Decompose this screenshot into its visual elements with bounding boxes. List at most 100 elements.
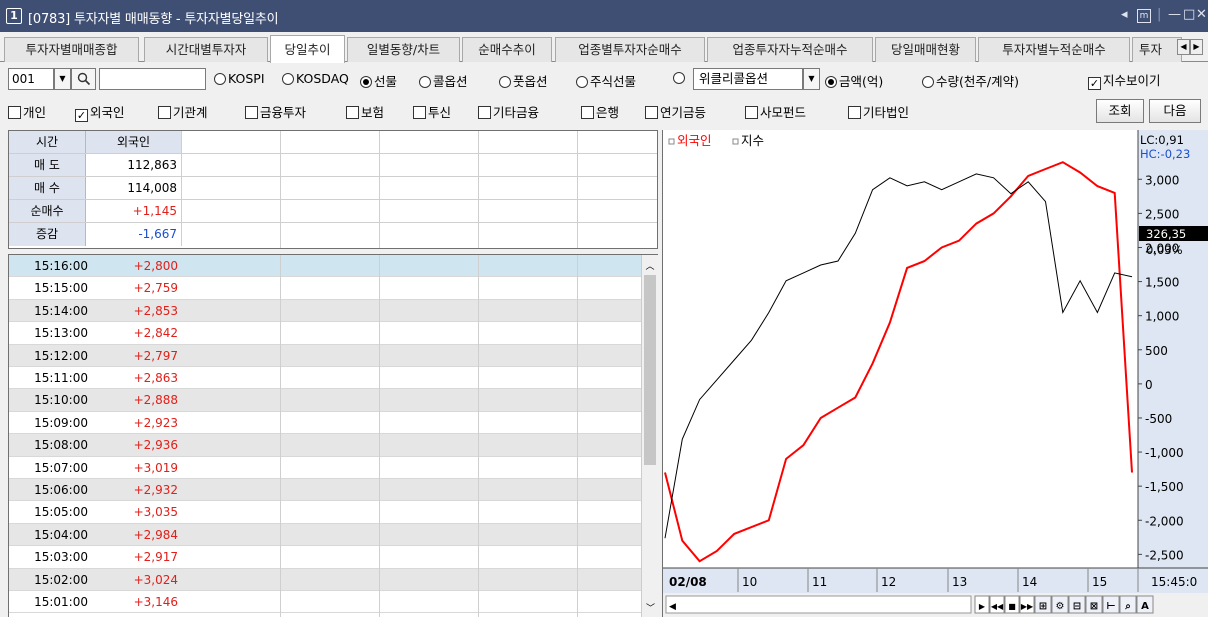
row-time: 15:01:00 xyxy=(34,595,88,609)
row-time: 15:11:00 xyxy=(34,371,88,385)
name-input[interactable] xyxy=(99,68,206,90)
list-row[interactable]: 15:06:00 +2,932 xyxy=(9,479,641,502)
time-list: 15:16:00 +2,800 15:15:00 +2,759 15:14:00 +2,8… xyxy=(8,254,658,617)
weekly-dropdown-icon[interactable]: ▼ xyxy=(803,68,820,90)
list-row[interactable]: 15:14:00 +2,853 xyxy=(9,299,641,323)
radio-futures[interactable]: 선물 xyxy=(360,71,397,90)
radio-call[interactable]: 콜옵션 xyxy=(419,71,468,90)
y-tick-label: 500 xyxy=(1145,344,1168,358)
tab-7[interactable]: 당일매매현황 xyxy=(875,37,976,62)
prev-arrow-icon[interactable]: ◂ xyxy=(1121,7,1128,22)
summary-value: 112,863 xyxy=(86,154,182,176)
list-row[interactable]: 15:11:00 +2,863 xyxy=(9,367,641,390)
window-title: [0783] 투자자별 매매동향 - 투자자별당일추이 xyxy=(28,12,279,27)
close-icon[interactable]: ✕ xyxy=(1196,7,1207,22)
check-financial-invest[interactable]: 금융투자 xyxy=(245,102,306,121)
show-index-checkbox[interactable]: ✓ 지수보이기 xyxy=(1088,70,1161,90)
summary-value: 114,008 xyxy=(86,177,182,199)
scroll-thumb[interactable] xyxy=(644,275,656,465)
scroll-down-icon[interactable]: ﹀ xyxy=(642,601,658,614)
check-trust[interactable]: 투신 xyxy=(413,102,451,121)
tab-next-icon[interactable]: ▶ xyxy=(1190,39,1203,55)
row-time: 15:07:00 xyxy=(34,460,88,475)
check-insurance[interactable]: 보험 xyxy=(346,102,384,121)
list-row[interactable]: 15:12:00 +2,797 xyxy=(9,344,641,367)
rewind-icon: ◀◀ xyxy=(991,602,1004,611)
summary-value: -1,667 xyxy=(86,223,182,246)
x-tick-label: 15 xyxy=(1092,575,1107,589)
tab-3[interactable]: 일별동향/차트 xyxy=(347,37,460,62)
check-pension[interactable]: 연기금등 xyxy=(645,102,706,121)
radio-stock-futures[interactable]: 주식선물 xyxy=(576,71,636,90)
scroll-up-icon[interactable]: ︿ xyxy=(642,259,658,272)
radio-put[interactable]: 풋옵션 xyxy=(499,71,548,90)
list-scrollbar[interactable]: ︿ ﹀ xyxy=(641,255,658,617)
check-other-corp[interactable]: 기타법인 xyxy=(848,102,909,121)
tab-6[interactable]: 업종투자자누적순매수 xyxy=(707,37,873,62)
list-row[interactable]: 15:02:00 +3,024 xyxy=(9,568,641,591)
radio-weekly[interactable] xyxy=(673,71,687,85)
query-button[interactable]: 조회 xyxy=(1096,99,1144,123)
forward-icon: ▶▶ xyxy=(1021,602,1034,611)
line-chart[interactable]: ◀ ▶ ◀◀ ■ ▶▶ ⊞ ⚙ ⊟ ⊠ ⊢ ⌕ A3,0002,5002,0001,5001,0005… xyxy=(663,130,1208,617)
zoom-icon: ⌕ xyxy=(1124,601,1131,612)
tab-5[interactable]: 업종별투자자순매수 xyxy=(555,37,705,62)
list-row[interactable]: 15:07:00 +3,019 xyxy=(9,457,641,479)
search-icon[interactable] xyxy=(71,68,96,90)
row-value: +2,863 xyxy=(133,371,178,385)
check-other-finance[interactable]: 기타금융 xyxy=(478,102,539,121)
current-pct: 0,03% xyxy=(1146,243,1183,257)
list-row[interactable]: 15:03:00 +2,917 xyxy=(9,546,641,569)
list-row[interactable]: 15:09:00 +2,923 xyxy=(9,412,641,435)
summary-row-buy: 매 수 114,008 xyxy=(9,177,657,200)
summary-label: 증감 xyxy=(9,223,86,246)
divider xyxy=(478,131,479,248)
dropdown-arrow-icon[interactable]: ▼ xyxy=(54,68,71,90)
list-row[interactable]: 15:08:00 +2,936 xyxy=(9,434,641,457)
y-tick-label: 3,000 xyxy=(1145,173,1179,187)
list-row[interactable]: 15:10:00 +2,888 xyxy=(9,389,641,412)
check-bank[interactable]: 은행 xyxy=(581,102,619,121)
tab-9[interactable]: 투자 xyxy=(1132,37,1182,62)
maximize-icon[interactable]: □ xyxy=(1183,7,1195,22)
list-row[interactable]: 15:16:00 +2,800 xyxy=(9,255,641,278)
radio-quantity[interactable]: 수량(천주/계약) xyxy=(922,71,1019,90)
tab-1[interactable]: 시간대별투자자 xyxy=(144,37,268,62)
series-index-line xyxy=(664,173,1133,539)
weekly-select[interactable]: 위클리콜옵션 xyxy=(693,68,803,90)
tab-prev-icon[interactable]: ◀ xyxy=(1177,39,1190,55)
list-row[interactable]: 15:01:00 +3,146 xyxy=(9,591,641,614)
list-row[interactable]: 15:04:00 +2,984 xyxy=(9,523,641,547)
row-value: +3,146 xyxy=(133,595,178,609)
y-axis-panel xyxy=(1138,130,1208,617)
divider xyxy=(379,131,380,248)
list-row[interactable]: 15:05:00 +3,035 xyxy=(9,501,641,524)
radio-kospi[interactable]: KOSPI xyxy=(214,71,265,86)
row-time: 15:13:00 xyxy=(34,326,88,341)
divider xyxy=(577,131,578,248)
tab-0[interactable]: 투자자별매매종합 xyxy=(4,37,139,62)
hc-label: HC:-0,23 xyxy=(1140,147,1190,161)
check-institution[interactable]: 기관계 xyxy=(158,102,208,121)
list-row[interactable]: 15:15:00 +2,759 xyxy=(9,277,641,300)
check-individual[interactable]: 개인 xyxy=(8,102,46,121)
summary-label: 순매수 xyxy=(9,200,86,222)
tab-2[interactable]: 당일추이 xyxy=(270,35,345,63)
next-button[interactable]: 다음 xyxy=(1149,99,1201,123)
window-list-icon[interactable]: m xyxy=(1137,9,1151,23)
divider xyxy=(577,255,578,617)
tab-bar: 투자자별매매종합 시간대별투자자 당일추이 일별동향/차트 순매수추이 업종별투… xyxy=(0,34,1208,63)
row-time: 15:02:00 xyxy=(34,572,88,587)
tab-4[interactable]: 순매수추이 xyxy=(462,37,552,62)
radio-kosdaq[interactable]: KOSDAQ xyxy=(282,71,349,86)
chart-scrollbar[interactable] xyxy=(665,595,972,614)
check-foreign[interactable]: ✓ 외국인 xyxy=(75,102,125,122)
radio-amount[interactable]: 금액(억) xyxy=(825,71,883,90)
chart-panel: ◀ ▶ ◀◀ ■ ▶▶ ⊞ ⚙ ⊟ ⊠ ⊢ ⌕ A 3,000 2,500 2,000 1,500 1,000 5… xyxy=(662,130,1208,617)
code-input[interactable]: 001 xyxy=(8,68,54,90)
y-tick-label: -2,000 xyxy=(1145,514,1184,528)
list-row[interactable]: 15:13:00 +2,842 xyxy=(9,322,641,345)
minimize-icon[interactable]: — xyxy=(1168,7,1181,22)
check-private-fund[interactable]: 사모펀드 xyxy=(745,102,806,121)
tab-8[interactable]: 투자자별누적순매수 xyxy=(978,37,1130,62)
